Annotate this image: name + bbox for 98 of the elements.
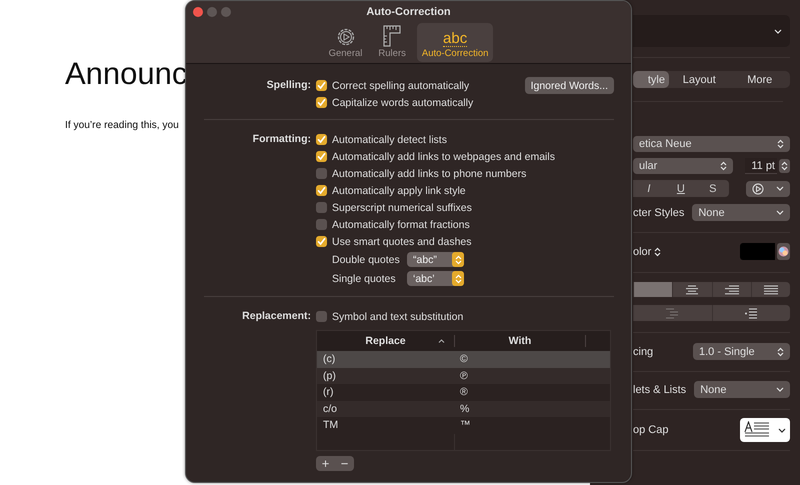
indent-icon [744,308,758,318]
quotes-popup[interactable]: “abc” [407,252,464,267]
font-family-popup[interactable]: etica Neue [633,136,790,152]
text-style-button[interactable]: I [633,180,665,197]
checkbox[interactable] [316,311,327,322]
field-label: cing [633,346,654,358]
checkbox-label: Use smart quotes and dashes [332,236,472,248]
gear-icon [336,27,356,47]
table-cell-text: (r) [322,386,334,398]
table-cell-text: © [459,353,468,366]
font-size-field[interactable]: 11 pt [744,158,777,174]
close-button[interactable] [193,7,203,17]
drop-cap-popup[interactable] [740,418,790,442]
table-cell-text: ™ [459,419,470,432]
checkbox-label: Automatically add links to webpages and emails [332,150,555,162]
typeface-popup[interactable]: ular [633,158,733,174]
stepper-icon [781,161,788,171]
checkbox[interactable] [316,202,327,213]
checkbox[interactable] [316,219,327,230]
inspector-tab[interactable]: tyle [633,71,669,88]
toolbar-tab[interactable]: Rulers [373,23,411,62]
table-row[interactable]: TM ™ [317,417,610,434]
chevron-down-icon [776,186,784,191]
ruler-icon [382,25,402,47]
section-label: Replacement: [241,309,312,324]
column-header[interactable]: Replace [317,335,455,347]
section-label: Formatting: [252,132,312,147]
table-cell-text: ℗ [459,370,468,382]
add-button[interactable]: + [316,456,335,471]
table-cell-text: (p) [322,370,337,382]
field-label: olor [633,246,652,258]
up-down-arrows-icon [654,246,662,256]
document-text: If you’re reading this, you [65,120,179,131]
chevron-down-icon [778,428,786,432]
checkbox-label: Symbol and text substitution [332,310,464,322]
inspector-tab[interactable]: More [730,71,790,88]
quotes-popup[interactable]: ‘abc’ [407,271,464,286]
drop-cap-icon [744,421,770,439]
up-down-arrows-icon [777,139,784,149]
checkbox-label: Automatically apply link style [332,184,466,196]
align-right-icon [724,284,739,294]
toolbar-tab[interactable]: General [324,23,368,62]
checkbox[interactable] [316,97,327,108]
text-style-button[interactable]: U [664,180,697,197]
checkbox[interactable] [316,151,327,162]
table-row[interactable]: (r) ® [317,384,610,400]
text-style-button[interactable]: S [696,180,729,197]
table-cell-text: (c) [322,353,336,366]
table-cell-text: ® [459,386,468,398]
toolbar-tab[interactable]: abc Auto-Correction [416,23,494,62]
checkbox[interactable] [316,236,327,247]
checkbox-label: Automatically add links to phone numbers [332,168,526,180]
table-row[interactable]: (c) © [317,351,610,368]
field-label: Double quotes [332,254,397,266]
checkbox-label: Superscript numerical suffixes [332,202,472,214]
inspector-tab[interactable]: Layout [669,71,730,88]
color-wheel-icon[interactable] [777,243,790,260]
remove-button[interactable]: − [335,456,354,471]
field-label: cter Styles [633,206,684,218]
table-row[interactable]: (p) ℗ [317,368,610,384]
field-label: op Cap [633,424,668,436]
chevron-down-icon [774,28,782,34]
play-circle-icon [752,182,764,194]
ignored-words-button[interactable]: Ignored Words... [524,77,614,94]
color-well[interactable] [740,243,775,260]
character-styles-dropdown[interactable]: None [692,204,790,221]
field-label: Single quotes [332,272,397,284]
checkbox[interactable] [316,80,327,91]
checkbox-label: Correct spelling automatically [332,80,470,92]
table-row[interactable]: c/o % [317,400,610,417]
window-title: Auto-Correction [366,6,451,18]
table-cell-text: % [459,402,470,415]
indent-icon [666,308,680,318]
up-down-arrows-icon [454,274,462,284]
align-justify-icon [764,284,778,294]
table-cell-text: c/o [322,402,338,415]
checkbox[interactable] [316,134,327,145]
chevron-down-icon [776,387,784,392]
up-down-arrows-icon [454,254,462,264]
checkbox-label: Capitalize words automatically [332,96,474,108]
column-header[interactable]: With [455,335,586,347]
up-down-arrows-icon [777,346,784,356]
field-label: lets & Lists [633,384,686,396]
section-label: Spelling: [266,78,312,93]
up-down-arrows-icon [720,161,727,171]
bullets-dropdown[interactable]: None [694,381,790,398]
checkbox-label: Automatically format fractions [332,218,470,230]
align-center-icon [685,284,700,294]
checkbox[interactable] [316,168,327,179]
sort-caret-icon [438,339,445,343]
stepper[interactable] [779,159,790,173]
line-spacing-popup[interactable]: 1.0 - Single [693,343,790,360]
table-cell-text: TM [322,419,340,432]
text-effects-popup[interactable] [746,180,790,196]
chevron-down-icon [776,210,784,215]
document-heading: Announc [65,56,188,92]
checkbox-label: Automatically detect lists [332,134,447,146]
checkbox[interactable] [316,185,327,196]
